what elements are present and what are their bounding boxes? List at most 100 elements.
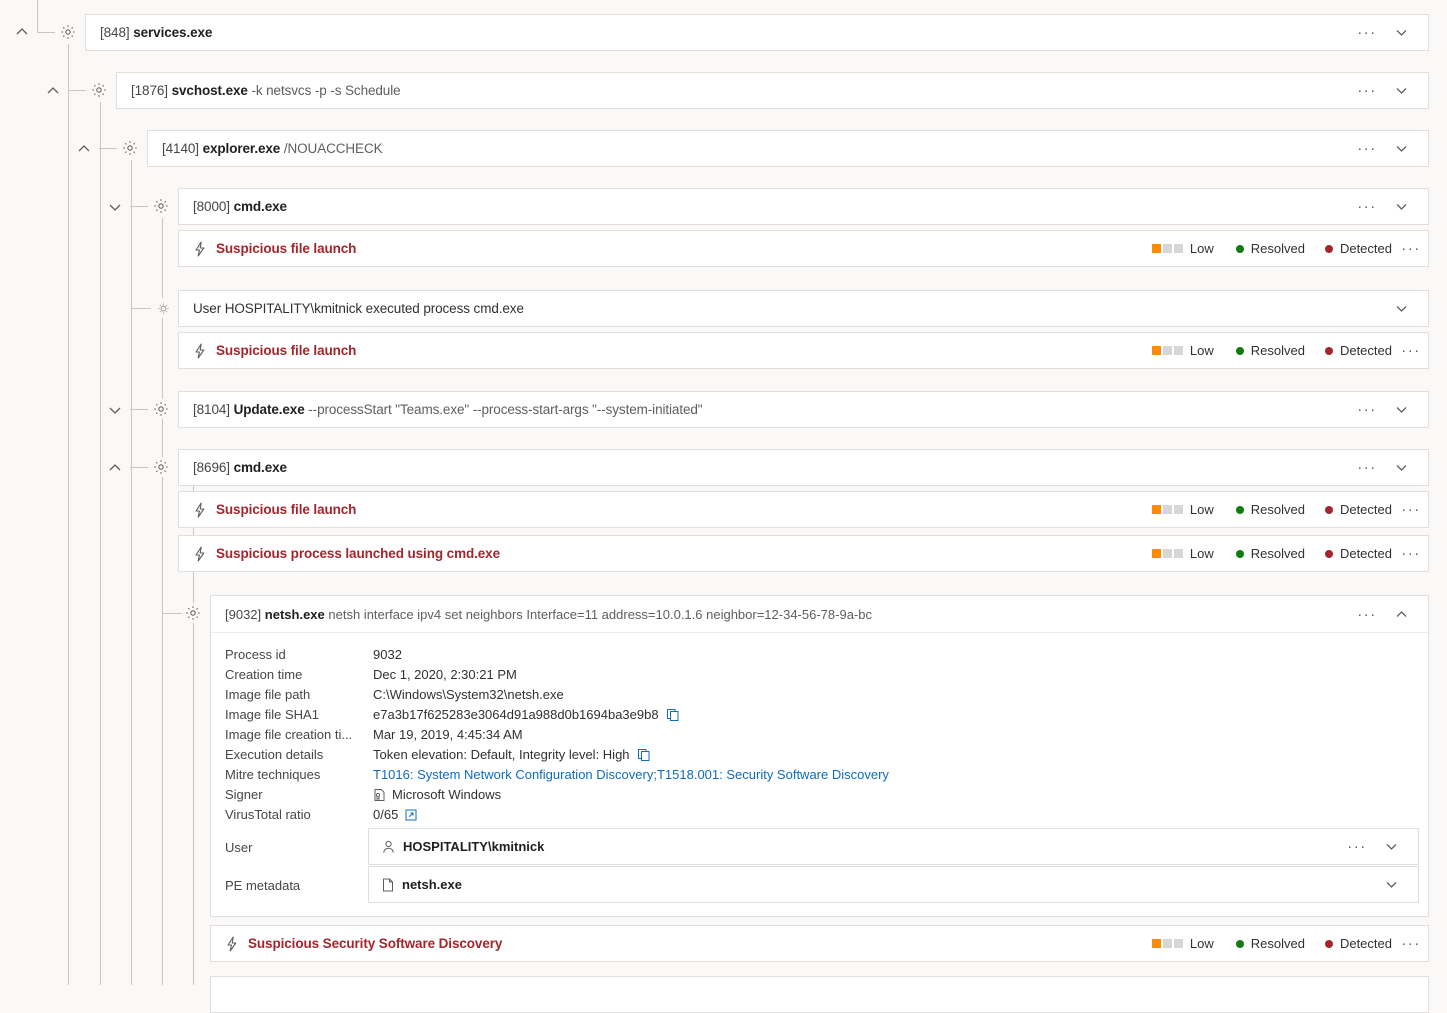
tree-stub-userexec (131, 308, 151, 309)
detail-key-image-file-path: Image file path (225, 687, 373, 702)
alert-title-4: Suspicious process launched using cmd.ex… (216, 546, 1152, 561)
alert-bolt-icon-2 (193, 343, 207, 359)
more-options-services[interactable]: ··· (1350, 18, 1384, 48)
toggle-svchost[interactable] (42, 80, 64, 102)
process-card-explorer[interactable]: [4140] explorer.exe /NOUACCHECK ··· (147, 130, 1429, 167)
pe-metadata-row-actions (1374, 869, 1418, 901)
more-options-alert-2[interactable]: ··· (1394, 336, 1428, 366)
more-options-alert-4[interactable]: ··· (1394, 539, 1428, 569)
user-row-actions: ··· (1340, 831, 1418, 863)
user-value: HOSPITALITY\kmitnick (403, 839, 544, 854)
gear-icon-cmd8000 (151, 196, 171, 216)
expand-chevron-userexec[interactable] (1384, 293, 1418, 325)
external-link-icon-virustotal[interactable] (405, 809, 417, 821)
user-icon (382, 840, 395, 854)
gear-icon-update8104 (151, 399, 171, 419)
severity-indicator-4 (1152, 549, 1183, 558)
toggle-update8104[interactable] (104, 399, 126, 421)
process-label-explorer: [4140] explorer.exe /NOUACCHECK (148, 141, 1350, 156)
process-actions-svchost: ··· (1350, 75, 1428, 107)
severity-label-3: Low (1190, 502, 1214, 517)
more-options-alert-1[interactable]: ··· (1394, 234, 1428, 264)
alert-card-4[interactable]: Suspicious process launched using cmd.ex… (178, 535, 1429, 572)
alert-card-1[interactable]: Suspicious file launch Low Resolved Dete… (178, 230, 1429, 267)
process-details-header[interactable]: [9032] netsh.exe netsh interface ipv4 se… (211, 596, 1428, 633)
resolution-label-2: Resolved (1251, 343, 1305, 358)
process-card-services[interactable]: [848] services.exe ··· (85, 14, 1429, 51)
process-card-userexec[interactable]: User HOSPITALITY\kmitnick executed proce… (178, 290, 1429, 327)
more-options-cmd8000[interactable]: ··· (1350, 192, 1384, 222)
gear-icon-svchost (89, 80, 109, 100)
expand-chevron-cmd8000[interactable] (1384, 191, 1418, 223)
expand-chevron-explorer[interactable] (1384, 133, 1418, 165)
user-entity-card[interactable]: HOSPITALITY\kmitnick ··· (368, 828, 1419, 865)
toggle-services[interactable] (11, 21, 33, 43)
next-row-partial[interactable] (210, 976, 1429, 1013)
process-card-cmd8696[interactable]: [8696] cmd.exe ··· (178, 449, 1429, 486)
process-card-svchost[interactable]: [1876] svchost.exe -k netsvcs -p -s Sche… (116, 72, 1429, 109)
process-actions-explorer: ··· (1350, 133, 1428, 165)
alert-card-3[interactable]: Suspicious file launch Low Resolved Dete… (178, 491, 1429, 528)
toggle-cmd8696[interactable] (104, 457, 126, 479)
certificate-icon (373, 788, 386, 802)
process-card-update8104[interactable]: [8104] Update.exe --processStart "Teams.… (178, 391, 1429, 428)
detail-key-creation-time: Creation time (225, 667, 373, 682)
pe-metadata-row-label: PE metadata (225, 878, 300, 893)
user-entity-text: HOSPITALITY\kmitnick (369, 839, 1340, 854)
pe-metadata-card[interactable]: netsh.exe (368, 866, 1419, 903)
more-options-netsh9032[interactable]: ··· (1350, 599, 1384, 629)
severity-label-5: Low (1190, 936, 1214, 951)
process-label-update8104: [8104] Update.exe --processStart "Teams.… (179, 402, 1350, 417)
expand-chevron-pe-metadata[interactable] (1374, 869, 1408, 901)
resolution-dot-3 (1236, 506, 1244, 514)
process-node-icon-userexec (153, 298, 173, 318)
detail-key-process-id: Process id (225, 647, 373, 662)
resolution-dot-1 (1236, 245, 1244, 253)
process-label-svchost: [1876] svchost.exe -k netsvcs -p -s Sche… (117, 83, 1350, 98)
mitre-link-2[interactable]: T1518.001: Security Software Discovery (657, 767, 889, 782)
more-options-user[interactable]: ··· (1340, 832, 1374, 862)
gear-icon-netsh9032 (183, 603, 203, 623)
resolution-dot-5 (1236, 940, 1244, 948)
alert-meta-1: Low Resolved Detected ··· (1152, 234, 1428, 264)
copy-icon-sha1[interactable] (666, 708, 680, 722)
more-options-svchost[interactable]: ··· (1350, 76, 1384, 106)
process-details-grid: Process id 9032 Creation time Dec 1, 202… (211, 633, 1428, 828)
tree-rail-level-1 (68, 44, 69, 985)
mitre-link-1[interactable]: T1016: System Network Configuration Disc… (373, 767, 653, 782)
process-card-cmd8000[interactable]: [8000] cmd.exe ··· (178, 188, 1429, 225)
toggle-explorer[interactable] (73, 138, 95, 160)
process-actions-cmd8000: ··· (1350, 191, 1428, 223)
process-label-userexec: User HOSPITALITY\kmitnick executed proce… (179, 301, 1384, 316)
detail-value-execution-details-wrap: Token elevation: Default, Integrity leve… (373, 747, 1428, 762)
detail-value-signer: Microsoft Windows (392, 787, 501, 802)
expand-chevron-cmd8696[interactable] (1384, 452, 1418, 484)
process-details-panel: [9032] netsh.exe netsh interface ipv4 se… (210, 595, 1429, 917)
tree-rail-level-2 (100, 102, 101, 985)
more-options-alert-5[interactable]: ··· (1394, 929, 1428, 959)
detection-dot-4 (1325, 550, 1333, 558)
alert-title-3: Suspicious file launch (216, 502, 1152, 517)
severity-indicator-2 (1152, 346, 1183, 355)
collapse-chevron-netsh9032[interactable] (1384, 598, 1418, 630)
tree-stub-netsh9032 (162, 613, 182, 614)
detail-value-virustotal-ratio: 0/65 (373, 807, 398, 822)
more-options-explorer[interactable]: ··· (1350, 134, 1384, 164)
tree-stub-cmd8000 (130, 206, 148, 207)
expand-chevron-services[interactable] (1384, 17, 1418, 49)
alert-card-2[interactable]: Suspicious file launch Low Resolved Dete… (178, 332, 1429, 369)
alert-card-5[interactable]: Suspicious Security Software Discovery L… (210, 925, 1429, 962)
more-options-alert-3[interactable]: ··· (1394, 495, 1428, 525)
expand-chevron-user[interactable] (1374, 831, 1408, 863)
tree-stub-services (37, 32, 55, 33)
more-options-update8104[interactable]: ··· (1350, 395, 1384, 425)
more-options-cmd8696[interactable]: ··· (1350, 453, 1384, 483)
expand-chevron-update8104[interactable] (1384, 394, 1418, 426)
detail-value-virustotal-wrap: 0/65 (373, 807, 1428, 822)
toggle-cmd8000[interactable] (104, 196, 126, 218)
copy-icon-execution-details[interactable] (637, 748, 651, 762)
pe-metadata-value: netsh.exe (402, 877, 462, 892)
detail-value-image-file-sha1: e7a3b17f625283e3064d91a988d0b1694ba3e9b8 (373, 707, 659, 722)
tree-rail-level-4 (162, 218, 163, 985)
expand-chevron-svchost[interactable] (1384, 75, 1418, 107)
